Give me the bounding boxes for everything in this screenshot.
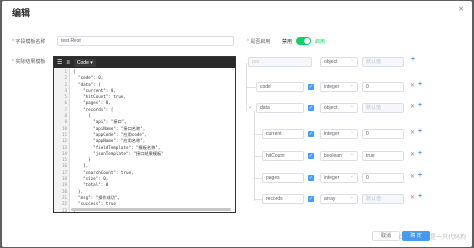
mode-select[interactable]: Code ▾ (73, 58, 96, 67)
horizontal-scrollbar[interactable] (71, 208, 231, 211)
field-name-input[interactable]: hitCount (262, 151, 304, 161)
format-icon[interactable]: ☰ (57, 59, 62, 66)
field-default-input[interactable]: 0 (362, 82, 404, 92)
field-name-input[interactable]: code (256, 82, 304, 92)
cancel-button[interactable]: 取消 (372, 231, 400, 241)
editor-toolbar: ☰ ≡ Code ▾ (54, 57, 235, 68)
add-icon[interactable]: + (418, 102, 422, 109)
template-name-input[interactable]: test Rest (57, 36, 234, 46)
required-checkbox[interactable]: ✓ (308, 84, 314, 90)
delete-icon[interactable]: ✕ (410, 173, 415, 180)
name-label: * 字段模板名称 (12, 39, 46, 45)
required-checkbox[interactable]: ✓ (308, 175, 314, 181)
add-icon[interactable]: + (418, 193, 422, 200)
add-icon[interactable]: + (418, 81, 422, 88)
switch-on-label: 启用 (315, 39, 326, 45)
field-default-input[interactable]: 0 (362, 173, 404, 183)
edit-dialog: 编辑 × * 字段模板名称 test Rest * 是否启用 禁用 启用 * 实… (2, 1, 472, 247)
compact-icon[interactable]: ≡ (66, 60, 70, 66)
field-name-input[interactable]: data (256, 103, 304, 113)
expand-icon[interactable]: ⌄ (248, 104, 252, 110)
field-type-select[interactable]: integer (320, 82, 358, 92)
tree-line (254, 156, 262, 157)
root-default-input: 默认值 (362, 57, 404, 67)
tree-line (254, 134, 262, 135)
delete-icon[interactable]: ✕ (410, 129, 415, 136)
field-type-select[interactable]: integer (320, 173, 358, 183)
line-numbers: 1 2 3 4 5 6 7 8 9 10 11 12 13 14 15 16 17 18 19 20 21 22 23 (54, 68, 70, 213)
required-checkbox[interactable]: ✓ (308, 131, 314, 137)
delete-icon[interactable]: ✕ (410, 194, 415, 201)
enabled-label: * 是否启用 (247, 39, 271, 45)
field-type-select[interactable]: integer (320, 129, 358, 139)
json-editor[interactable]: ☰ ≡ Code ▾ 1 2 3 4 5 6 7 8 9 10 11 12 13 14 15 16 17 18 19… (53, 56, 236, 213)
tree-line (254, 199, 262, 200)
field-type-select[interactable]: array (320, 194, 358, 204)
required-checkbox[interactable]: ✓ (308, 196, 314, 202)
code-area[interactable]: { "code": 0, "data": { "current": 0, "hi… (70, 68, 235, 213)
enabled-switch[interactable] (296, 37, 311, 45)
field-type-select[interactable]: object (320, 103, 358, 113)
field-name-input[interactable]: pages (262, 173, 304, 183)
switch-off-label: 禁用 (282, 39, 293, 45)
tree-line (254, 178, 262, 179)
field-name-input[interactable]: current (262, 129, 304, 139)
delete-icon[interactable]: ✕ (410, 82, 415, 89)
add-icon[interactable]: + (418, 172, 422, 179)
root-field-input: roo (248, 57, 312, 67)
field-name-input[interactable]: records (262, 194, 304, 204)
delete-icon[interactable]: ✕ (410, 151, 415, 158)
dialog-title: 编辑 (12, 8, 31, 18)
add-icon[interactable]: + (411, 56, 415, 63)
required-checkbox[interactable]: ✓ (308, 105, 314, 111)
field-default-input[interactable]: 0 (362, 129, 404, 139)
add-icon[interactable]: + (418, 150, 422, 157)
watermark: CSDN @我是一只代码狗 (399, 235, 466, 241)
field-default-input[interactable]: true (362, 151, 404, 161)
line-number: 23 (61, 207, 67, 213)
add-icon[interactable]: + (418, 128, 422, 135)
example-label: * 实际结果模板 (12, 59, 46, 65)
field-type-select[interactable]: boolean (320, 151, 358, 161)
field-default-input: 默认值 (362, 103, 404, 113)
required-checkbox[interactable]: ✓ (308, 153, 314, 159)
close-icon[interactable]: × (458, 4, 464, 15)
tree-line (246, 87, 256, 88)
root-type-select[interactable]: object (320, 57, 358, 67)
delete-icon[interactable]: ✕ (410, 103, 415, 110)
field-default-input: 默认值 (362, 194, 404, 204)
